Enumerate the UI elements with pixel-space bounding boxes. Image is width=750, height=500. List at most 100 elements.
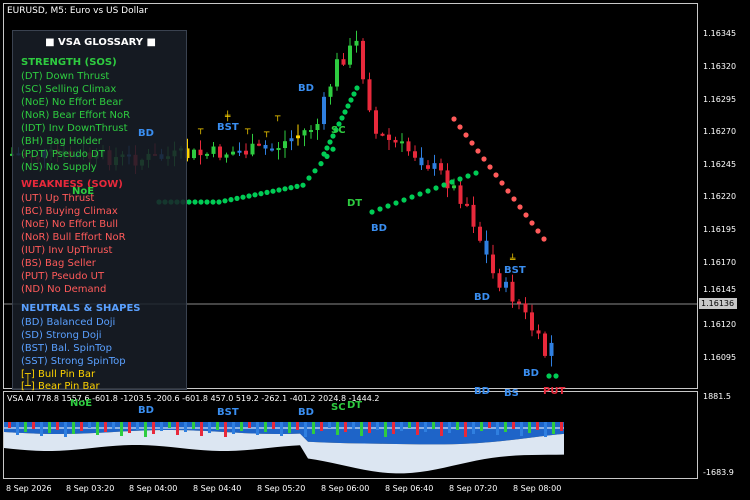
time-axis-tick: 8 Sep 2026 [6,484,52,493]
trailing-stop-dot [228,197,234,203]
trailing-stop-dot [192,199,198,205]
vsa-label: BD [298,83,314,94]
indicator-histogram-bar [224,422,227,437]
candle-body [439,163,443,171]
candle-body [205,153,209,156]
indicator-histogram-bar [64,422,67,437]
candle-body [374,110,378,134]
glossary-item: (NS) No Supply [21,162,97,173]
trailing-stop-dot [546,373,552,379]
indicator-histogram-bar [200,422,203,436]
vsa-label: BD [371,223,387,234]
indicator-histogram-bar [336,422,339,435]
chart-title: EURUSD, M5: Euro vs US Dollar [7,6,148,16]
indicator-histogram-bar [152,422,155,434]
indicator-histogram-bar [96,422,99,435]
trailing-stop-dot [276,187,282,193]
glossary-item: (SC) Selling Climax [21,84,117,95]
indicator-histogram-bar [352,422,355,429]
trailing-stop-dot [186,199,192,205]
indicator-histogram-bar [384,422,387,437]
glossary-item: (NoR) Bear Effort NoR [21,110,131,121]
trailing-stop-dot [282,186,288,192]
candle-body [536,330,541,334]
candle-body [309,130,313,133]
trailing-stop-dot [204,199,210,205]
indicator-vsa-label: DT [347,400,363,411]
trailing-stop-dot [449,179,455,185]
candle-body [406,141,411,152]
indicator-vsa-label: BD [298,407,314,418]
candle-body [504,281,508,288]
indicator-histogram-bar [464,422,467,437]
candle-body [426,165,430,169]
trailing-stop-dot [499,180,505,186]
bear-pin-bar-icon: ╧ [510,255,516,265]
indicator-histogram-bar [184,422,187,432]
price-axis-tick: 1.16295 [703,95,737,104]
trailing-stop-dot [198,199,204,205]
trailing-stop-dot [210,199,216,205]
trailing-stop-dot [252,192,258,198]
trailing-stop-dot [457,124,463,130]
indicator-histogram-bar [112,422,115,429]
candle-body [484,240,489,255]
trailing-stop-dot [222,198,228,204]
indicator-histogram-bar [120,422,123,436]
indicator-vsa-label: BS [504,388,519,399]
time-axis-tick: 8 Sep 08:00 [513,484,562,493]
indicator-histogram-bar [392,422,395,434]
indicator-histogram-bar [408,422,411,428]
trailing-stop-dot [441,182,447,188]
vsa-label: DT [347,198,363,209]
indicator-histogram-bar [16,422,19,435]
strength-heading: STRENGTH (SOS) [21,57,117,68]
price-axis-tick: 1.16195 [703,225,737,234]
bull-pin-bar-icon: ┬ [245,125,251,135]
candle-body [452,185,456,189]
trailing-stop-dot [300,182,306,188]
candle-body [478,226,482,241]
indicator-histogram-bar [232,422,235,434]
candle-body [387,134,391,140]
indicator-histogram-bar [544,422,547,437]
candle-body [250,143,255,155]
indicator-histogram-bar [272,422,275,429]
trailing-stop-dot [351,91,357,97]
glossary-item: (SST) Strong SpinTop [21,356,126,367]
indicator-histogram-bar [240,422,243,431]
indicator-histogram-bar [320,422,323,431]
price-axis-tick: 1.16345 [703,29,737,38]
indicator-histogram-bar [504,422,507,432]
trailing-stop-dot [369,209,375,215]
trailing-stop-dot [318,161,324,167]
time-axis-tick: 8 Sep 06:40 [385,484,434,493]
trailing-stop-dot [493,172,499,178]
indicator-histogram-bar [256,422,259,435]
indicator-histogram-bar [512,422,515,429]
trailing-stop-dot [345,103,351,109]
glossary-item: (BS) Bag Seller [21,258,96,269]
candle-body [510,281,515,302]
candle-body [400,141,404,144]
indicator-vsa-label: SC [331,402,346,413]
glossary-item: [┬] Bull Pin Bar [21,369,96,380]
indicator-vsa-label: NoE [70,398,93,409]
trailing-stop-dot [377,206,383,212]
candle-body [211,146,216,154]
time-axis-tick: 8 Sep 05:20 [257,484,306,493]
candle-body [393,139,398,143]
candle-body [471,204,476,227]
candle-body [289,138,294,142]
vsa-label: BST [504,265,526,276]
indicator-histogram-bar [208,422,211,433]
indicator-histogram-bar [432,422,435,429]
current-price-label: 1.16136 [699,298,737,309]
bull-pin-bar-icon: ┬ [275,112,281,122]
bull-pin-bar-icon: ╪ [225,112,231,122]
candle-body [192,149,196,159]
bull-pin-bar-icon: ┬ [264,128,270,138]
trailing-stop-dot [553,373,559,379]
time-axis-tick: 8 Sep 07:20 [449,484,498,493]
indicator-label: VSA AI 778.8 1557.6 -601.8 -1203.5 -200.… [7,394,380,403]
